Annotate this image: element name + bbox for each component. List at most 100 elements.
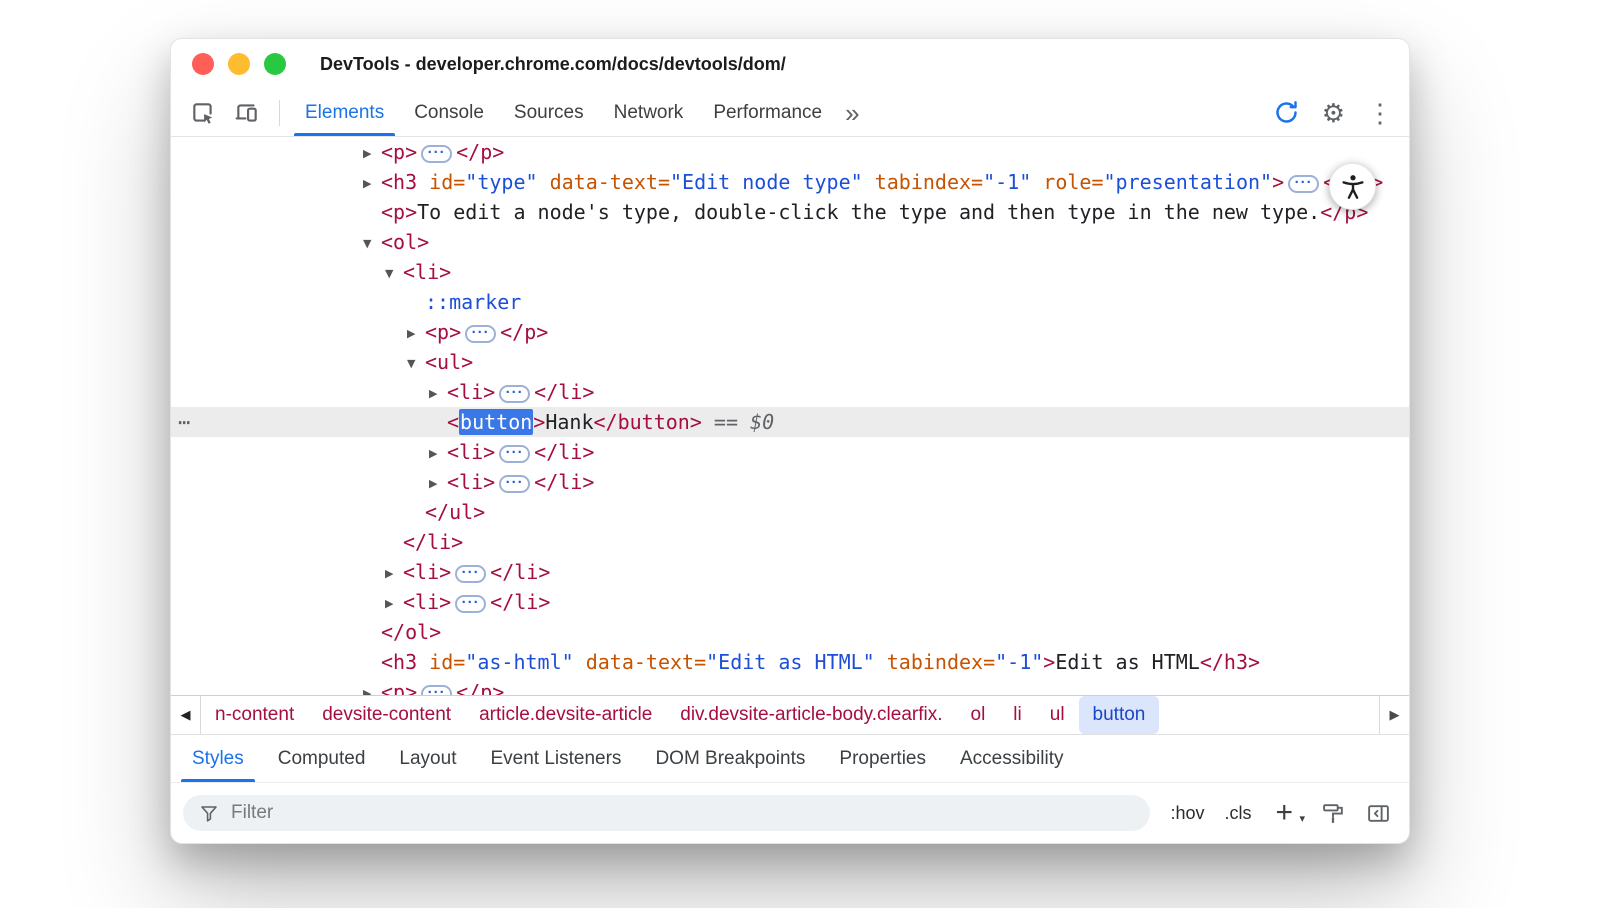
tab-layout[interactable]: Layout [382,735,473,782]
breadcrumb-scroll-right-button[interactable]: ▶ [1379,696,1409,734]
dom-token-dollar: $0 [750,410,774,434]
dom-tree-row[interactable]: ▼<ol> [171,227,1409,257]
dom-token-tag: <li> [447,380,495,404]
expand-arrow-icon[interactable]: ▶ [363,139,381,169]
expand-arrow-icon[interactable]: ▶ [429,469,447,499]
minimize-window-button[interactable] [228,53,250,75]
dom-token-val: "presentation" [1104,170,1273,194]
breadcrumb-item-div-devsite-article-body-clearfix-[interactable]: div.devsite-article-body.clearfix. [666,696,956,734]
dom-tree-row[interactable]: ▶<li>···</li> [171,587,1409,617]
caret-down-icon: ▾ [1299,812,1305,825]
settings-gear-icon[interactable]: ⚙ [1322,100,1345,126]
dom-tree-row[interactable]: ▼<ul> [171,347,1409,377]
collapsed-content-ellipsis-icon[interactable]: ··· [421,145,452,163]
dom-tree-row[interactable]: <h3 id="as-html" data-text="Edit as HTML… [171,647,1409,677]
dom-tree-row[interactable]: </ol> [171,617,1409,647]
expand-arrow-icon[interactable]: ▼ [363,229,381,259]
dom-token-attr: tabindex= [863,170,983,194]
accessibility-person-icon[interactable] [1329,163,1376,210]
expand-arrow-icon[interactable]: ▶ [363,169,381,199]
expand-arrow-icon[interactable]: ▶ [385,589,403,619]
tab-accessibility[interactable]: Accessibility [943,735,1080,782]
row-more-actions-icon[interactable]: ⋯ [178,407,190,437]
dom-token-tag: <li> [447,440,495,464]
dom-tree-row[interactable]: ▶<li>···</li> [171,377,1409,407]
tab-properties[interactable]: Properties [822,735,943,782]
expand-arrow-icon[interactable]: ▶ [429,439,447,469]
breadcrumb-item-devsite-content[interactable]: devsite-content [308,696,465,734]
tab-event-listeners[interactable]: Event Listeners [473,735,638,782]
expand-arrow-icon[interactable]: ▼ [385,259,403,289]
dom-tree-row[interactable]: </ul> [171,497,1409,527]
breadcrumb-items: n-contentdevsite-contentarticle.devsite-… [201,696,1379,734]
dom-tree-row[interactable]: ▶<p>···</p> [171,137,1409,167]
breadcrumb-item-ol[interactable]: ol [957,696,1000,734]
filter-input[interactable] [231,802,1134,824]
dom-token-tag: <li> [403,260,451,284]
expand-arrow-icon[interactable]: ▼ [407,349,425,379]
dom-tree-row[interactable]: ▶<li>···</li> [171,467,1409,497]
collapsed-content-ellipsis-icon[interactable]: ··· [455,595,486,613]
dom-tree-row[interactable]: ▼<li> [171,257,1409,287]
close-window-button[interactable] [192,53,214,75]
dom-tree-row[interactable]: ▶<li>···</li> [171,557,1409,587]
filter-field[interactable] [183,795,1150,831]
tab-performance[interactable]: Performance [698,89,837,136]
breadcrumb-item-li[interactable]: li [999,696,1035,734]
dom-tree-row[interactable]: ⋯<button>Hank</button> == $0 [171,407,1409,437]
toggle-sidebar-button[interactable] [1366,801,1391,826]
devtools-toolbar: ElementsConsoleSourcesNetworkPerformance… [171,89,1409,137]
dom-token-tag: </li> [490,590,550,614]
tab-sources[interactable]: Sources [499,89,599,136]
element-classes-button[interactable]: .cls [1224,803,1251,824]
breadcrumb-item-article-devsite-article[interactable]: article.devsite-article [465,696,666,734]
more-tabs-button[interactable]: » [837,100,867,126]
dom-tree-row[interactable]: ▶<p>···</p> [171,317,1409,347]
dom-token-tag: > [1272,170,1284,194]
breadcrumb-item-n-content[interactable]: n-content [201,696,308,734]
breadcrumb-item-button[interactable]: button [1079,696,1160,734]
expand-arrow-icon[interactable]: ▶ [407,319,425,349]
dom-tree-row[interactable]: </li> [171,527,1409,557]
dom-tree: ▶<p>···</p>▶<h3 id="type" data-text="Edi… [171,137,1409,695]
dom-token-tag: <li> [403,560,451,584]
dom-tree-row[interactable]: ::marker [171,287,1409,317]
collapsed-content-ellipsis-icon[interactable]: ··· [499,475,530,493]
expand-arrow-icon[interactable]: ▶ [363,679,381,695]
dom-token-attr: role= [1031,170,1103,194]
paint-roller-icon [1321,801,1346,826]
breadcrumb-item-ul[interactable]: ul [1036,696,1079,734]
dom-tree-row[interactable]: <p>To edit a node's type, double-click t… [171,197,1409,227]
dom-token-tag: <p> [381,680,417,695]
inspect-element-button[interactable] [181,92,225,134]
breadcrumb-scroll-left-button[interactable]: ◀ [171,696,201,734]
zoom-window-button[interactable] [264,53,286,75]
collapsed-content-ellipsis-icon[interactable]: ··· [421,685,452,695]
tab-computed[interactable]: Computed [261,735,383,782]
collapsed-content-ellipsis-icon[interactable]: ··· [455,565,486,583]
dom-tree-row[interactable]: ▶<p>···</p> [171,677,1409,695]
expand-arrow-icon[interactable]: ▶ [385,559,403,589]
expand-arrow-icon[interactable]: ▶ [429,379,447,409]
sync-refresh-icon [1273,99,1300,126]
dom-token-val: "as-html" [465,650,573,674]
device-toolbar-button[interactable] [225,92,269,134]
tab-dom-breakpoints[interactable]: DOM Breakpoints [638,735,822,782]
collapsed-content-ellipsis-icon[interactable]: ··· [499,385,530,403]
sync-button[interactable] [1273,99,1300,126]
new-style-rule-button[interactable]: + ▾ [1271,798,1301,828]
dom-tree-row[interactable]: ▶<h3 id="type" data-text="Edit node type… [171,167,1409,197]
dom-token-text: Hank [545,410,593,434]
tab-network[interactable]: Network [599,89,699,136]
dom-token-tag: > [1043,650,1055,674]
dom-tree-row[interactable]: ▶<li>···</li> [171,437,1409,467]
kebab-menu-icon[interactable]: ⋮ [1367,100,1393,126]
tab-styles[interactable]: Styles [175,735,261,782]
tab-console[interactable]: Console [399,89,499,136]
collapsed-content-ellipsis-icon[interactable]: ··· [1288,175,1319,193]
tab-elements[interactable]: Elements [290,89,399,136]
collapsed-content-ellipsis-icon[interactable]: ··· [465,325,496,343]
rendering-emulation-button[interactable] [1321,801,1346,826]
toggle-element-state-button[interactable]: :hov [1170,803,1204,824]
collapsed-content-ellipsis-icon[interactable]: ··· [499,445,530,463]
